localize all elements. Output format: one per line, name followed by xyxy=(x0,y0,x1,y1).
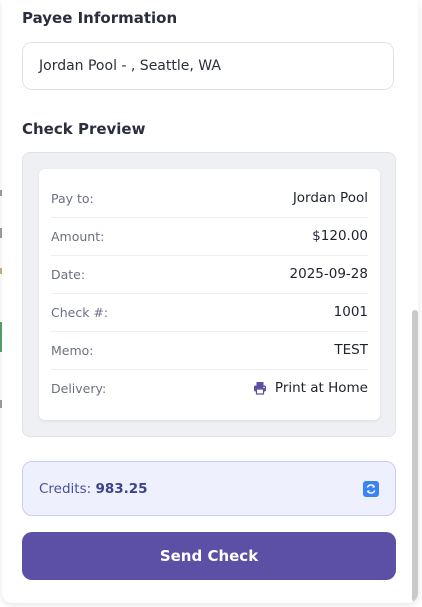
row-label: Date: xyxy=(51,266,86,282)
scrollbar[interactable] xyxy=(412,0,418,603)
send-check-panel: Payee Information Jordan Pool - , Seattl… xyxy=(2,0,418,603)
row-label: Delivery: xyxy=(51,380,107,396)
payee-heading: Payee Information xyxy=(22,9,178,27)
check-preview-card: Pay to: Jordan Pool Amount: $120.00 Date… xyxy=(39,169,380,420)
row-label: Amount: xyxy=(51,228,105,244)
credits-box: Credits: 983.25 xyxy=(22,461,396,516)
delivery-value: Print at Home xyxy=(274,380,368,396)
preview-row-check-number: Check #: 1001 xyxy=(51,293,368,332)
scrollbar-thumb[interactable] xyxy=(412,310,418,602)
row-label: Memo: xyxy=(51,342,94,358)
preview-row-pay-to: Pay to: Jordan Pool xyxy=(51,179,368,218)
preview-row-date: Date: 2025-09-28 xyxy=(51,255,368,294)
row-value: 2025-09-28 xyxy=(289,266,368,282)
row-value: Jordan Pool xyxy=(292,190,368,206)
row-value: $120.00 xyxy=(312,228,368,244)
row-label: Check #: xyxy=(51,304,109,320)
credits-text: Credits: 983.25 xyxy=(39,481,148,497)
credits-label: Credits: xyxy=(39,480,92,497)
row-value: 1001 xyxy=(333,304,368,320)
preview-row-amount: Amount: $120.00 xyxy=(51,217,368,256)
credits-amount: 983.25 xyxy=(95,480,148,497)
row-value-delivery: Print at Home xyxy=(253,380,368,396)
refresh-icon[interactable] xyxy=(363,480,379,497)
check-preview-container: Pay to: Jordan Pool Amount: $120.00 Date… xyxy=(22,152,396,437)
payee-value: Jordan Pool - , Seattle, WA xyxy=(39,58,221,74)
preview-row-memo: Memo: TEST xyxy=(51,331,368,370)
row-value: TEST xyxy=(334,342,368,358)
payee-field[interactable]: Jordan Pool - , Seattle, WA xyxy=(22,42,394,90)
preview-row-delivery: Delivery: Print at Home xyxy=(51,369,368,407)
check-preview-heading: Check Preview xyxy=(22,120,146,138)
printer-icon xyxy=(253,381,267,395)
row-label: Pay to: xyxy=(51,190,94,206)
send-check-button[interactable]: Send Check xyxy=(22,532,396,580)
